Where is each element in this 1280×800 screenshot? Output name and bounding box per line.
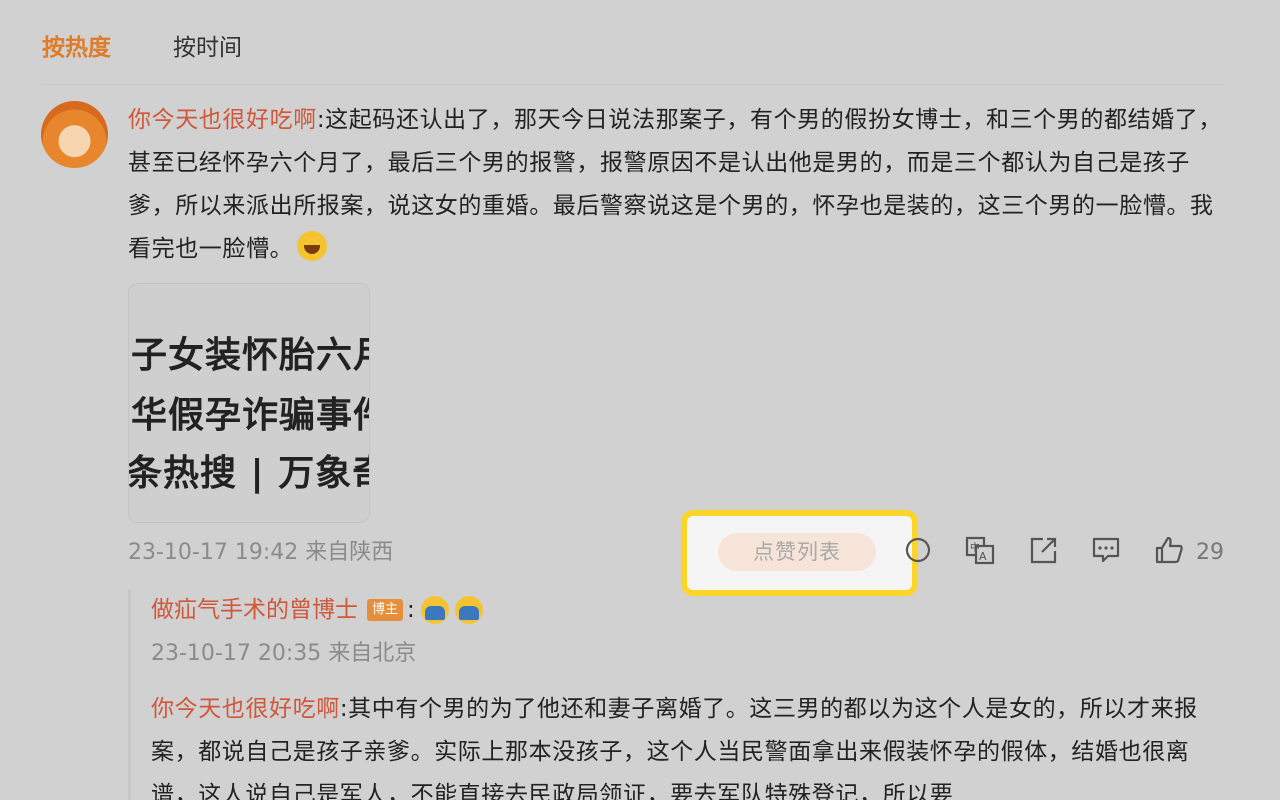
comments-page: 按热度 按时间 你今天也很好吃啊:这起码还认出了，那天今日说法那案子，有个男的假… [0,0,1280,800]
comment-separator: : [316,107,326,133]
image-text-line-1: 子女装怀胎六月 [131,335,370,376]
facepalm-emoji-icon [420,596,449,624]
reply-block: 做疝气手术的曾博士 博主 : 23-10-17 20:35 来自北京 你今天也很… [128,590,1231,800]
laugh-emoji-icon [297,231,328,261]
tab-sort-time[interactable]: 按时间 [173,30,242,66]
like-list-button[interactable]: 点赞列表 [718,533,876,571]
tab-sort-hot[interactable]: 按热度 [42,30,111,66]
share-icon[interactable] [1029,535,1059,565]
sort-tabs: 按热度 按时间 [42,30,304,66]
divider [42,84,1224,85]
reply-quoted-author[interactable]: 你今天也很好吃啊 [151,696,340,722]
blogger-badge: 博主 [367,599,404,621]
comment: 你今天也很好吃啊:这起码还认出了，那天今日说法那案子，有个男的假扮女博士，和三个… [128,99,1228,271]
reply-header: 做疝气手术的曾博士 博主 : [151,592,483,628]
comment-author[interactable]: 你今天也很好吃啊 [128,107,317,133]
reply-time-location: 23-10-17 20:35 来自北京 [151,641,417,666]
image-text-line-2: 华假孕诈骗事件 [131,395,370,436]
comment-meta: 23-10-17 19:42 来自陕西 [128,535,1228,571]
image-text-line-3: 条热搜 | 万象奇 [128,453,370,494]
comment-time-location: 23-10-17 19:42 来自陕西 [128,540,394,565]
reply-icon[interactable] [903,535,933,565]
comment-icon[interactable] [1091,535,1121,565]
reply-text: 你今天也很好吃啊:其中有个男的为了他还和妻子离婚了。这三男的都以为这个人是女的，… [151,688,1227,800]
avatar[interactable] [41,101,108,168]
translate-icon[interactable]: 中 A [965,535,995,565]
svg-text:A: A [979,550,987,563]
reply-separator: : [339,696,349,722]
like-icon[interactable] [1154,535,1184,565]
like-count: 29 [1196,540,1224,565]
facepalm-emoji-icon [454,596,483,624]
reply-colon: : [407,597,415,623]
comment-image[interactable]: 子女装怀胎六月 华假孕诈骗事件 条热搜 | 万象奇 [128,283,370,523]
comment-text: 你今天也很好吃啊:这起码还认出了，那天今日说法那案子，有个男的假扮女博士，和三个… [128,99,1226,271]
reply-author[interactable]: 做疝气手术的曾博士 [151,592,358,628]
